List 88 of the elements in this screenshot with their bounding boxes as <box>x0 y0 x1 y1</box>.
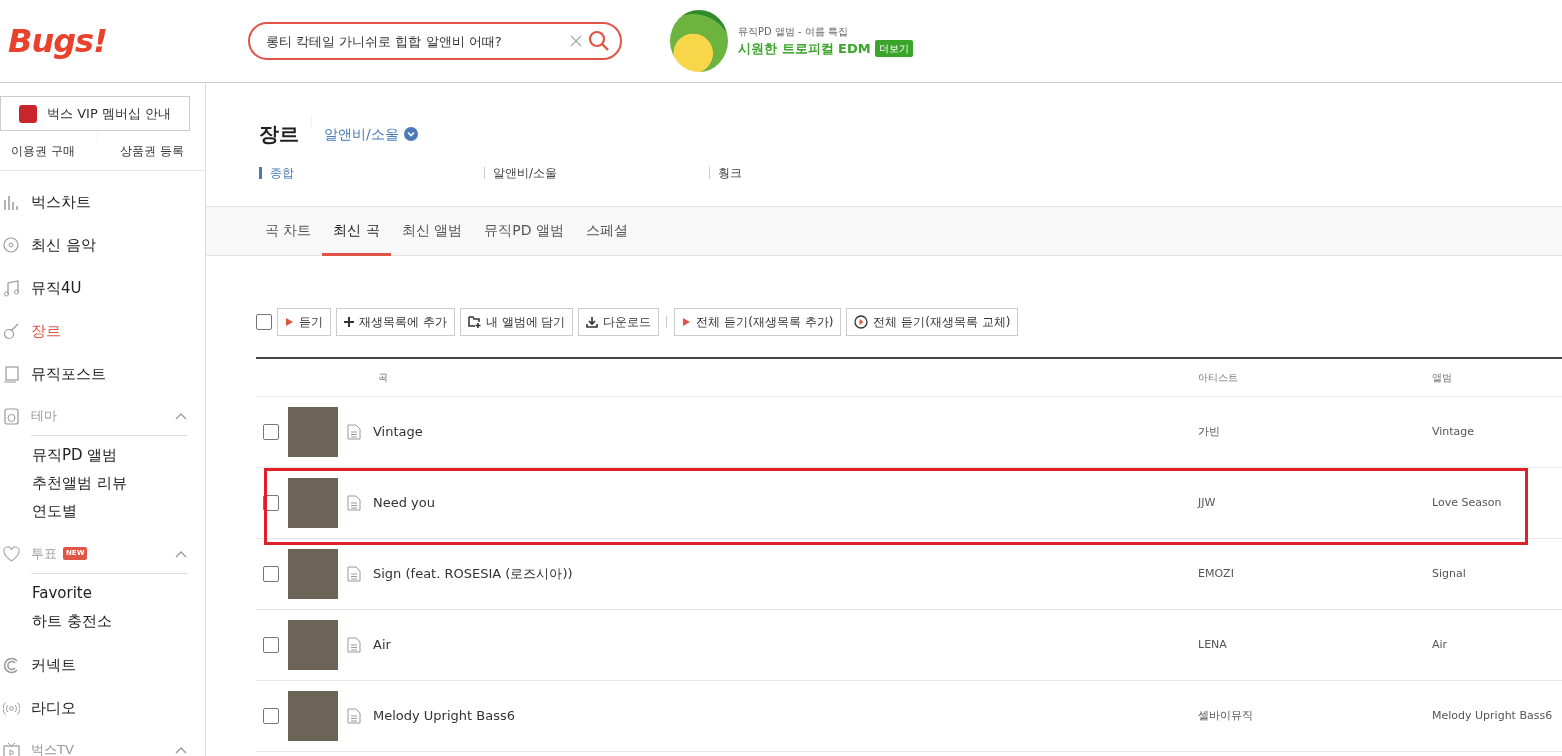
music-sheet-icon <box>3 366 20 383</box>
column-header: 아티스트 <box>1198 371 1239 385</box>
album-name[interactable]: Signal <box>1432 565 1466 583</box>
toolbar-button[interactable]: 내 앨범에 담기 <box>459 307 574 336</box>
artist-name[interactable]: 가빈 <box>1198 423 1220 441</box>
sidebar-menu-item[interactable]: 장르 <box>0 310 205 353</box>
plus-icon <box>344 316 354 327</box>
album-name[interactable]: Air <box>1432 636 1448 654</box>
row-checkbox[interactable] <box>263 424 279 440</box>
tab[interactable]: 곡 차트 <box>254 207 323 256</box>
sidebar-link[interactable]: 상품권 등록 <box>120 141 184 160</box>
song-title[interactable]: Vintage <box>373 422 423 442</box>
song-title[interactable]: Need you <box>373 493 435 513</box>
album-name[interactable]: Vintage <box>1432 423 1475 441</box>
collapse-chevron-icon[interactable] <box>175 745 187 754</box>
toolbar-button[interactable]: 재생목록에 추가 <box>336 307 455 336</box>
heart-icon <box>3 545 20 563</box>
play-icon <box>285 316 294 327</box>
search-icon[interactable] <box>588 30 610 52</box>
tab[interactable]: 최신 앨범 <box>390 207 474 256</box>
tv-icon <box>3 741 20 756</box>
search-field[interactable]: 롱티 칵테일 가니쉬로 힙합 알앤비 어때? <box>248 22 622 60</box>
tab[interactable]: 뮤직PD 앨범 <box>473 207 576 256</box>
genre-link[interactable]: 알앤비/소울 <box>493 164 558 182</box>
logo[interactable]: Bugs! <box>0 22 248 60</box>
vip-membership-button[interactable]: 벅스 VIP 멤버십 안내 <box>0 96 190 131</box>
promo-caption: 뮤직PD 앨범 - 여름 특집 <box>738 24 850 39</box>
row-checkbox[interactable] <box>263 566 279 582</box>
section-label: 투표 <box>31 544 57 563</box>
section-label: 벅스TV <box>31 740 74 756</box>
radio-waves-icon <box>3 700 20 717</box>
toolbar-button[interactable]: 다운로드 <box>578 307 660 336</box>
sidebar-submenu-item[interactable]: 연도별 <box>0 497 205 525</box>
sidebar-menu-item[interactable]: 뮤직포스트 <box>0 353 205 396</box>
sidebar-submenu-item[interactable]: 추천앨범 리뷰 <box>0 469 205 497</box>
tab[interactable]: 스페셜 <box>575 207 640 256</box>
download-icon <box>586 315 599 328</box>
artist-name[interactable]: JJW <box>1198 494 1216 512</box>
play-icon <box>682 316 692 327</box>
sidebar-menu-item[interactable]: 벅스차트 <box>0 181 205 224</box>
sidebar-menu-item[interactable]: 커넥트 <box>0 644 205 687</box>
album-name[interactable]: Love Season <box>1432 494 1502 512</box>
sidebar-submenu-item[interactable]: 뮤직PD 앨범 <box>0 441 205 469</box>
sidebar-menu-item[interactable]: 뮤직4U <box>0 267 205 310</box>
song-title[interactable]: Melody Upright Bass6 <box>373 706 515 726</box>
lyrics-document-icon <box>347 566 361 582</box>
sidebar-menu-item[interactable]: 라디오 <box>0 687 205 730</box>
play-replace-icon <box>854 314 869 329</box>
artist-name[interactable]: EMOZI <box>1198 565 1234 583</box>
lyrics-document-icon <box>347 637 361 653</box>
vip-logo-icon <box>19 104 37 123</box>
disc-icon <box>3 237 20 254</box>
album-name[interactable]: Melody Upright Bass6 <box>1432 707 1553 725</box>
sidebar-link[interactable]: 이용권 구매 <box>11 141 75 160</box>
toolbar-button[interactable]: 전체 듣기(재생목록 교체) <box>846 307 1019 336</box>
collapse-chevron-icon[interactable] <box>175 411 187 420</box>
column-header: 앨범 <box>1432 371 1453 385</box>
lyrics-document-icon <box>347 495 361 511</box>
column-header: 곡 <box>378 371 389 385</box>
speaker-icon <box>3 407 20 425</box>
chart-bars-icon <box>3 194 20 211</box>
guitar-icon <box>3 323 20 340</box>
sidebar-submenu-item[interactable]: Favorite <box>0 579 205 607</box>
clear-icon[interactable] <box>570 35 582 47</box>
lyrics-document-icon <box>347 424 361 440</box>
genre-link[interactable]: 훵크 <box>718 164 742 182</box>
row-checkbox[interactable] <box>263 708 279 724</box>
sidebar-menu-item[interactable]: 최신 음악 <box>0 224 205 267</box>
music-note-icon <box>3 280 20 297</box>
artist-name[interactable]: 셀바이뮤직 <box>1198 707 1253 725</box>
row-checkbox[interactable] <box>263 637 279 653</box>
lyrics-document-icon <box>347 708 361 724</box>
genre-link[interactable]: 종합 <box>270 164 294 182</box>
sidebar-submenu-item[interactable]: 하트 충전소 <box>0 607 205 635</box>
section-label: 테마 <box>31 406 57 425</box>
page-title: 장르 <box>259 122 299 146</box>
connect-icon <box>3 657 20 674</box>
add-to-album-icon <box>467 315 481 328</box>
song-title[interactable]: Sign (feat. ROSESIA (로즈시아)) <box>373 564 573 584</box>
collapse-chevron-icon[interactable] <box>175 549 187 558</box>
toolbar-button[interactable]: 듣기 <box>277 307 331 336</box>
artist-name[interactable]: LENA <box>1198 636 1227 654</box>
song-title[interactable]: Air <box>373 635 391 655</box>
chevron-down-circle-icon <box>403 127 418 141</box>
genre-dropdown[interactable]: 알앤비/소울 <box>324 123 418 145</box>
toolbar-button[interactable]: 전체 듣기(재생목록 추가) <box>674 307 842 336</box>
tab[interactable]: 최신 곡 <box>322 207 391 256</box>
select-all-checkbox[interactable] <box>256 313 272 330</box>
